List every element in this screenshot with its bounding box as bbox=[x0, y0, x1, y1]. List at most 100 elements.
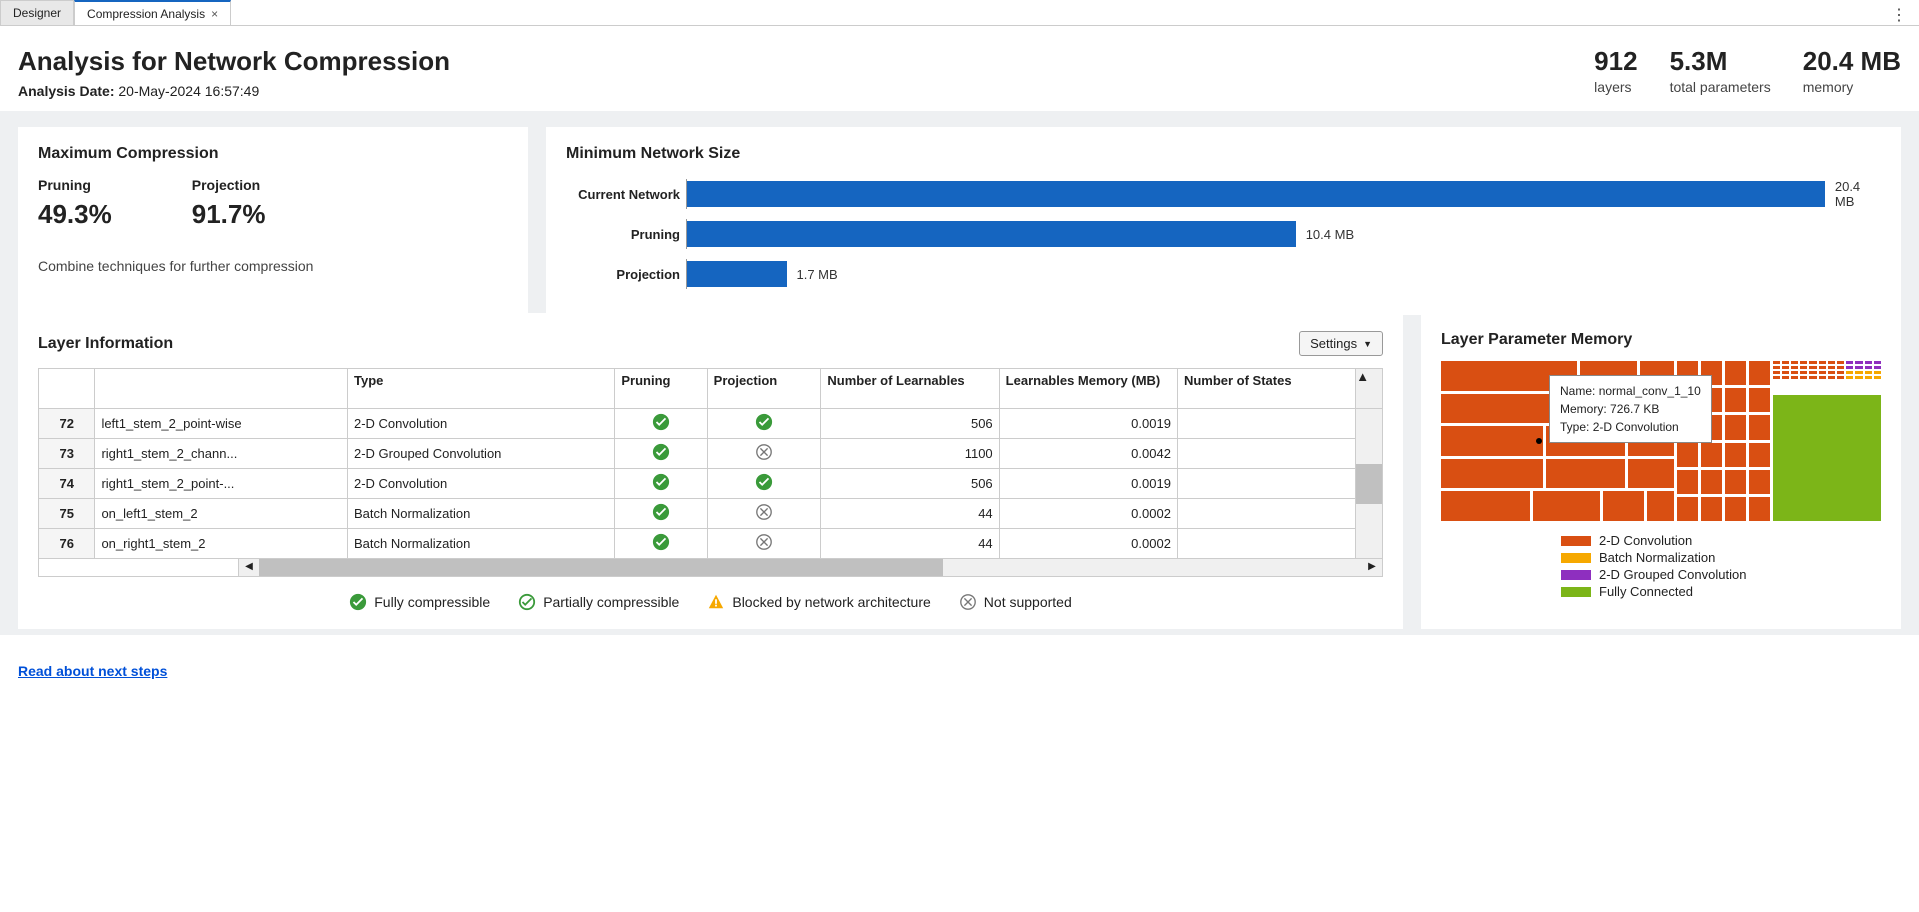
treemap-block[interactable] bbox=[1701, 497, 1722, 521]
treemap-block[interactable] bbox=[1701, 443, 1722, 467]
col-pruning[interactable]: Pruning bbox=[615, 369, 707, 409]
projection-status bbox=[707, 409, 821, 439]
treemap-block[interactable] bbox=[1647, 491, 1674, 521]
learnables-memory: 0.0002 bbox=[999, 529, 1177, 559]
col-learnables[interactable]: Number of Learnables bbox=[821, 369, 999, 409]
treemap-block[interactable] bbox=[1603, 491, 1643, 521]
table-row[interactable]: 76 on_right1_stem_2 Batch Normalization … bbox=[39, 529, 1383, 559]
stat-label: layers bbox=[1594, 79, 1637, 95]
treemap-block[interactable] bbox=[1749, 497, 1770, 521]
states bbox=[1177, 409, 1355, 439]
stat-memory: 20.4 MB memory bbox=[1803, 46, 1901, 95]
layer-type: Batch Normalization bbox=[347, 529, 614, 559]
treemap-block[interactable] bbox=[1546, 459, 1625, 489]
treemap-block[interactable] bbox=[1677, 470, 1698, 494]
legend-label: Fully Connected bbox=[1599, 584, 1693, 599]
warning-icon bbox=[707, 593, 725, 611]
treemap-block[interactable] bbox=[1725, 388, 1746, 412]
bar-row: Current Network20.4 MB bbox=[566, 177, 1881, 211]
treemap-block[interactable] bbox=[1725, 497, 1746, 521]
header-stats: 912 layers 5.3M total parameters 20.4 MB… bbox=[1594, 46, 1901, 95]
treemap-block[interactable] bbox=[1701, 470, 1722, 494]
bar-label: Pruning bbox=[566, 227, 686, 242]
settings-button[interactable]: Settings bbox=[1299, 331, 1383, 356]
stat-value: 5.3M bbox=[1670, 46, 1771, 77]
projection-status bbox=[707, 439, 821, 469]
scroll-thumb[interactable] bbox=[259, 559, 943, 576]
layer-name: left1_stem_2_point-wise bbox=[95, 409, 348, 439]
treemap-block[interactable] bbox=[1725, 415, 1746, 439]
treemap-block[interactable] bbox=[1749, 415, 1770, 439]
layer-name: on_left1_stem_2 bbox=[95, 499, 348, 529]
date-value: 20-May-2024 16:57:49 bbox=[118, 83, 259, 99]
summary-row: Maximum Compression Pruning 49.3% Projec… bbox=[0, 111, 1919, 331]
check-filled-icon bbox=[652, 443, 670, 461]
col-name[interactable] bbox=[95, 369, 348, 409]
bar[interactable] bbox=[687, 181, 1825, 207]
legend-swatch bbox=[1561, 587, 1591, 597]
bar[interactable] bbox=[687, 261, 787, 287]
treemap-block[interactable] bbox=[1441, 426, 1543, 456]
tab-bar: Designer Compression Analysis × ⋮ bbox=[0, 0, 1919, 26]
treemap-block[interactable] bbox=[1725, 361, 1746, 385]
treemap-block[interactable] bbox=[1441, 491, 1530, 521]
treemap-block-fc[interactable] bbox=[1773, 395, 1882, 521]
tab-compression-analysis[interactable]: Compression Analysis × bbox=[74, 0, 231, 25]
scroll-right[interactable]: ▶ bbox=[1362, 559, 1382, 576]
table-row[interactable]: 75 on_left1_stem_2 Batch Normalization 4… bbox=[39, 499, 1383, 529]
h-scrollbar[interactable]: ◀ ▶ bbox=[38, 559, 1383, 577]
treemap-block[interactable] bbox=[1749, 470, 1770, 494]
bar-row: Projection1.7 MB bbox=[566, 257, 1881, 291]
bar[interactable] bbox=[687, 221, 1296, 247]
treemap-block[interactable] bbox=[1725, 470, 1746, 494]
layer-table: Type Pruning Projection Number of Learna… bbox=[38, 368, 1383, 559]
scroll-left[interactable]: ◀ bbox=[239, 559, 259, 576]
legend-label: 2-D Grouped Convolution bbox=[1599, 567, 1746, 582]
col-type[interactable]: Type bbox=[347, 369, 614, 409]
treemap-block[interactable] bbox=[1628, 459, 1673, 489]
check-outline-icon bbox=[518, 593, 536, 611]
pruning-status bbox=[615, 409, 707, 439]
treemap-block[interactable] bbox=[1725, 443, 1746, 467]
treemap-block[interactable] bbox=[1749, 361, 1770, 385]
not-supported-icon bbox=[755, 443, 773, 461]
projection-status bbox=[707, 499, 821, 529]
not-supported-icon bbox=[959, 593, 977, 611]
next-steps-link[interactable]: Read about next steps bbox=[18, 663, 167, 679]
col-projection[interactable]: Projection bbox=[707, 369, 821, 409]
col-memory[interactable]: Learnables Memory (MB) bbox=[999, 369, 1177, 409]
treemap-block[interactable] bbox=[1749, 388, 1770, 412]
menu-icon[interactable]: ⋮ bbox=[1879, 5, 1919, 25]
layer-info-card: Layer Information Settings Type Pruning … bbox=[18, 313, 1403, 629]
table-header-row: Type Pruning Projection Number of Learna… bbox=[39, 369, 1383, 409]
card-title: Maximum Compression bbox=[38, 145, 508, 163]
check-filled-icon bbox=[349, 593, 367, 611]
col-index[interactable] bbox=[39, 369, 95, 409]
treemap-block[interactable] bbox=[1677, 497, 1698, 521]
not-supported-icon bbox=[755, 533, 773, 551]
col-states[interactable]: Number of States bbox=[1177, 369, 1355, 409]
treemap-block[interactable] bbox=[1677, 443, 1698, 467]
scroll-up[interactable]: ▲ bbox=[1356, 369, 1383, 409]
treemap-block[interactable] bbox=[1749, 443, 1770, 467]
check-filled-icon bbox=[755, 413, 773, 431]
table-row[interactable]: 72 left1_stem_2_point-wise 2-D Convoluti… bbox=[39, 409, 1383, 439]
close-icon[interactable]: × bbox=[211, 7, 218, 21]
table-row[interactable]: 73 right1_stem_2_chann... 2-D Grouped Co… bbox=[39, 439, 1383, 469]
learnables: 506 bbox=[821, 469, 999, 499]
treemap-tooltip: Name: normal_conv_1_10 Memory: 726.7 KB … bbox=[1549, 375, 1712, 443]
states bbox=[1177, 439, 1355, 469]
lower-row: Layer Information Settings Type Pruning … bbox=[0, 313, 1919, 635]
table-row[interactable]: 74 right1_stem_2_point-... 2-D Convoluti… bbox=[39, 469, 1383, 499]
tab-designer[interactable]: Designer bbox=[0, 0, 74, 25]
scroll-thumb[interactable] bbox=[1356, 464, 1382, 504]
row-index: 75 bbox=[39, 499, 95, 529]
treemap-block[interactable] bbox=[1441, 459, 1543, 489]
v-scrollbar[interactable] bbox=[1356, 409, 1383, 559]
treemap-block[interactable] bbox=[1533, 491, 1600, 521]
layer-type: 2-D Convolution bbox=[347, 409, 614, 439]
legend-swatch bbox=[1561, 553, 1591, 563]
layer-name: on_right1_stem_2 bbox=[95, 529, 348, 559]
layer-name: right1_stem_2_point-... bbox=[95, 469, 348, 499]
layer-type: Batch Normalization bbox=[347, 499, 614, 529]
